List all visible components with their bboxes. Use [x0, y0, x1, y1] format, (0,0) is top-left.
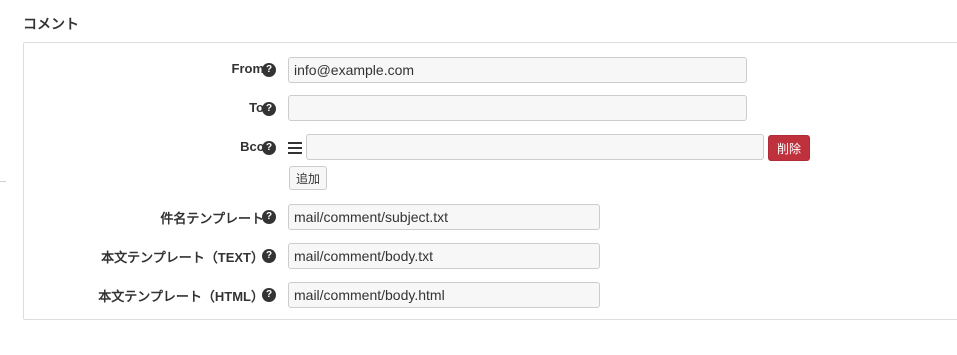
help-icon[interactable]: ?	[262, 288, 276, 302]
comment-settings-panel: From ? To ? Bcc ? 削除 追加 件名テンプレート ? 本文テンプ…	[23, 42, 957, 320]
body-html-template-input[interactable]	[288, 282, 600, 308]
divider	[0, 181, 6, 182]
help-icon[interactable]: ?	[262, 141, 276, 155]
body-html-template-label: 本文テンプレート（HTML）	[98, 289, 264, 304]
help-icon[interactable]: ?	[262, 102, 276, 116]
from-input[interactable]	[288, 57, 747, 83]
help-icon[interactable]: ?	[262, 210, 276, 224]
bcc-input[interactable]	[306, 134, 764, 160]
body-text-template-input[interactable]	[288, 243, 600, 269]
help-icon[interactable]: ?	[262, 63, 276, 77]
body-text-template-label: 本文テンプレート（TEXT）	[101, 250, 264, 265]
from-label: From	[231, 61, 265, 76]
bcc-label: Bcc	[240, 139, 264, 154]
section-title: コメント	[23, 16, 79, 32]
subject-template-label: 件名テンプレート	[160, 211, 264, 226]
to-input[interactable]	[288, 95, 747, 121]
help-icon[interactable]: ?	[262, 249, 276, 263]
bcc-add-button[interactable]: 追加	[289, 166, 328, 190]
bcc-delete-button[interactable]: 削除	[768, 135, 811, 161]
drag-handle-icon[interactable]	[288, 142, 302, 154]
subject-template-input[interactable]	[288, 204, 600, 230]
